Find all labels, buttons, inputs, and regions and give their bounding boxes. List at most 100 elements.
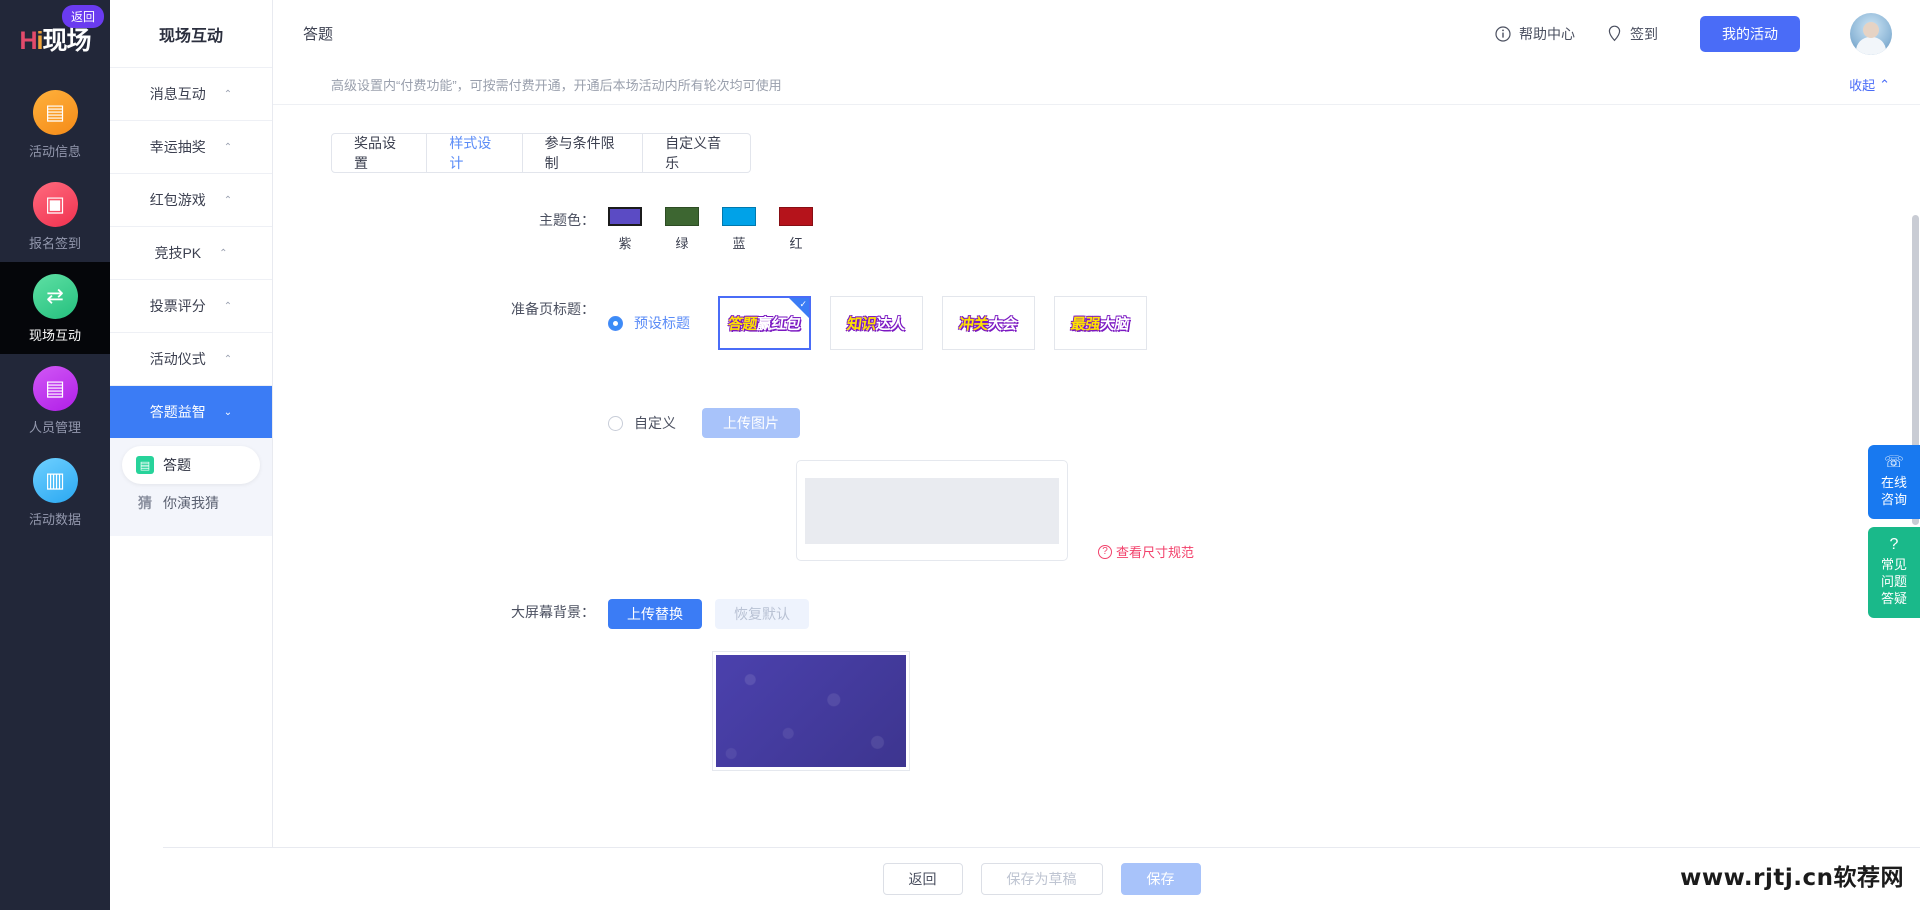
sub-item-quiz[interactable]: ▤ 答题 bbox=[122, 446, 260, 484]
custom-title-radio-group[interactable]: 自定义 bbox=[608, 413, 676, 433]
nav-item-pk[interactable]: 竞技PK ⌃ bbox=[110, 226, 272, 279]
screen-bg-body: 上传替换 恢复默认 bbox=[608, 599, 1920, 771]
header-actions: 帮助中心 签到 我的活动 bbox=[1495, 12, 1892, 55]
chevron-up-icon: ⌃ bbox=[219, 247, 228, 259]
prep-title-label: 准备页标题： bbox=[511, 301, 595, 317]
sidebar-item-live-interaction[interactable]: ⇄ 现场互动 bbox=[0, 262, 110, 354]
sidebar-item-people[interactable]: ▤ 人员管理 bbox=[0, 354, 110, 446]
avatar[interactable] bbox=[1850, 12, 1892, 55]
preset-title-cards: 答题赢红包 ✓ 知识达人 冲关大会 最强大脑 bbox=[718, 296, 1147, 350]
settings-tabs: 奖品设置 样式设计 参与条件限制 自定义音乐 bbox=[331, 133, 751, 173]
question-circle-icon: ? bbox=[1889, 536, 1899, 553]
swatch-label: 红 bbox=[789, 236, 803, 251]
prep-title-row: 准备页标题： 预设标题 答题赢红包 ✓ 知识达人 冲关大会 最强大脑 自定义 上… bbox=[273, 296, 1920, 561]
save-button[interactable]: 保存 bbox=[1120, 863, 1201, 895]
screen-bg-preview[interactable] bbox=[712, 651, 910, 771]
nav-item-redpacket[interactable]: 红包游戏 ⌃ bbox=[110, 173, 272, 226]
preset-art: 冲关大会 bbox=[958, 313, 1019, 334]
theme-color-options: 紫 绿 蓝 红 bbox=[608, 207, 1920, 252]
preset-art-part1: 知识 bbox=[846, 314, 878, 333]
preset-title-radio[interactable] bbox=[608, 315, 623, 331]
nav-item-ceremony[interactable]: 活动仪式 ⌃ bbox=[110, 332, 272, 385]
tab-style-design[interactable]: 样式设计 bbox=[427, 133, 523, 173]
bottom-action-bar: 返回 保存为草稿 保存 bbox=[163, 847, 1920, 910]
sidebar-item-activity-info[interactable]: ▤ 活动信息 bbox=[0, 78, 110, 170]
notice-bar: 高级设置内“付费功能”，可按需付费开通，开通后本场活动内所有轮次均可使用 收起 … bbox=[273, 67, 1920, 105]
check-icon: ✓ bbox=[799, 299, 807, 309]
preset-card-knowledge-master[interactable]: 知识达人 bbox=[830, 296, 923, 350]
watermark: www.rjtj.cn软荐网 bbox=[1680, 865, 1904, 891]
settings-panel: 高级设置内“付费功能”，可按需付费开通，开通后本场活动内所有轮次均可使用 收起 … bbox=[273, 67, 1920, 910]
help-center-label: 帮助中心 bbox=[1519, 25, 1575, 42]
upload-replace-button[interactable]: 上传替换 bbox=[608, 599, 702, 629]
my-activity-button[interactable]: 我的活动 bbox=[1700, 15, 1800, 52]
reset-default-button[interactable]: 恢复默认 bbox=[715, 599, 809, 629]
custom-title-radio[interactable] bbox=[608, 415, 623, 431]
theme-swatch-green[interactable]: 绿 bbox=[665, 207, 699, 252]
collapse-button[interactable]: 收起 ⌃ bbox=[1849, 75, 1890, 94]
sidebar-item-data[interactable]: ▥ 活动数据 bbox=[0, 446, 110, 538]
swatch-color bbox=[779, 207, 813, 226]
style-design-form: 主题色： 紫 绿 蓝 红 准备页标题： 预设标题 答题赢红包 ✓ 知识达人 冲关… bbox=[273, 207, 1920, 771]
nav-label: 竞技PK bbox=[154, 245, 202, 261]
swatch-color bbox=[722, 207, 756, 226]
preset-title-radio-group[interactable]: 预设标题 bbox=[608, 313, 690, 333]
swatch-label: 紫 bbox=[618, 236, 632, 251]
theme-swatch-blue[interactable]: 蓝 bbox=[722, 207, 756, 252]
nav-label: 红包游戏 bbox=[149, 192, 206, 208]
upload-image-button[interactable]: 上传图片 bbox=[702, 408, 800, 438]
guess-icon: 猜 bbox=[138, 495, 152, 511]
nav-item-lottery[interactable]: 幸运抽奖 ⌃ bbox=[110, 120, 272, 173]
sidebar-label: 现场互动 bbox=[28, 328, 81, 343]
theme-swatch-red[interactable]: 红 bbox=[779, 207, 813, 252]
chevron-up-icon: ⌃ bbox=[223, 88, 233, 100]
top-header: 答题 帮助中心 签到 我的活动 bbox=[273, 0, 1920, 67]
screen-bg-image bbox=[716, 655, 906, 767]
document-icon: ▤ bbox=[32, 90, 78, 135]
brand-logo[interactable]: Hi现场 返回 bbox=[0, 0, 110, 78]
back-button[interactable]: 返回 bbox=[62, 5, 105, 28]
chevron-down-icon: ⌄ bbox=[223, 406, 233, 418]
sub-item-charades[interactable]: 猜 你演我猜 bbox=[122, 484, 260, 522]
sidebar-label: 报名签到 bbox=[28, 236, 81, 251]
online-consult-widget[interactable]: ☏ 在线 咨询 bbox=[1868, 445, 1920, 519]
signin-button[interactable]: 签到 bbox=[1607, 24, 1658, 44]
chevron-up-icon: ⌃ bbox=[223, 194, 233, 206]
preset-card-answer-win-redpacket[interactable]: 答题赢红包 ✓ bbox=[718, 296, 811, 350]
save-draft-button[interactable]: 保存为草稿 bbox=[980, 863, 1103, 895]
nav-item-message[interactable]: 消息互动 ⌃ bbox=[110, 67, 272, 120]
tab-custom-music[interactable]: 自定义音乐 bbox=[643, 133, 751, 173]
question-circle-icon: ? bbox=[1098, 544, 1112, 559]
swatch-color bbox=[608, 207, 642, 226]
notice-text: 高级设置内“付费功能”，可按需付费开通，开通后本场活动内所有轮次均可使用 bbox=[331, 78, 782, 93]
tab-prize-settings[interactable]: 奖品设置 bbox=[331, 133, 428, 173]
app-root: Hi现场 返回 ▤ 活动信息 ▣ 报名签到 ⇄ 现场互动 ▤ 人员管理 ▥ 活动… bbox=[0, 0, 1920, 910]
preset-art-part1: 答题 bbox=[726, 314, 759, 333]
bar-chart-icon: ▥ bbox=[32, 458, 78, 503]
info-circle-icon bbox=[1495, 25, 1511, 42]
preset-art-part1: 最强 bbox=[1070, 314, 1102, 333]
preset-art: 最强大脑 bbox=[1070, 313, 1131, 334]
nav-item-quiz[interactable]: 答题益智 ⌄ bbox=[110, 385, 272, 438]
secondary-sidebar-title: 现场互动 bbox=[158, 27, 223, 45]
online-consult-line1: 在线 bbox=[1880, 475, 1907, 490]
content-area: 答题 帮助中心 签到 我的活动 高级设置内“付费功能”，可按需付费开通，开通后本… bbox=[273, 0, 1920, 910]
custom-title-preview[interactable] bbox=[796, 460, 1068, 561]
help-center-button[interactable]: 帮助中心 bbox=[1495, 24, 1575, 44]
faq-line3: 答疑 bbox=[1880, 591, 1907, 606]
faq-widget[interactable]: ? 常见 问题 答疑 bbox=[1868, 527, 1920, 618]
screen-bg-row: 大屏幕背景： 上传替换 恢复默认 bbox=[273, 599, 1920, 771]
nav-item-vote[interactable]: 投票评分 ⌃ bbox=[110, 279, 272, 332]
theme-color-label: 主题色： bbox=[539, 212, 595, 228]
back-button-bottom[interactable]: 返回 bbox=[882, 863, 963, 895]
sidebar-item-signup[interactable]: ▣ 报名签到 bbox=[0, 170, 110, 262]
theme-swatch-purple[interactable]: 紫 bbox=[608, 207, 642, 252]
preset-card-strongest-brain[interactable]: 最强大脑 bbox=[1054, 296, 1147, 350]
calendar-check-icon: ▣ bbox=[32, 182, 78, 227]
view-size-spec-link[interactable]: ? 查看尺寸规范 bbox=[1098, 542, 1194, 561]
preset-card-challenge-conference[interactable]: 冲关大会 bbox=[942, 296, 1035, 350]
float-widgets: ☏ 在线 咨询 ? 常见 问题 答疑 bbox=[1868, 445, 1920, 626]
sub-item-label: 你演我猜 bbox=[163, 495, 219, 511]
tab-participation-limits[interactable]: 参与条件限制 bbox=[522, 133, 644, 173]
collapse-label: 收起 bbox=[1849, 78, 1876, 93]
